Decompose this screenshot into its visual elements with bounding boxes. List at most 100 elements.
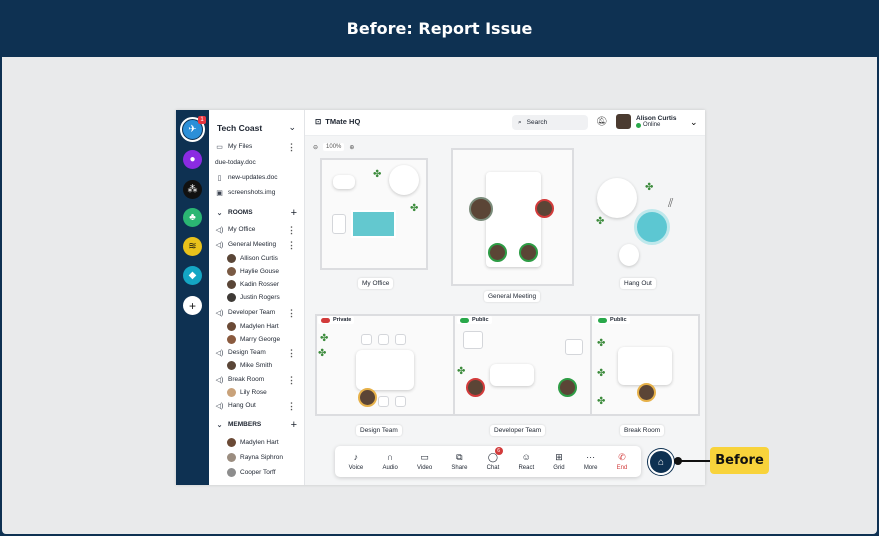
more-vertical-icon[interactable]: ⋮ (287, 225, 296, 234)
member-name: Rayna Siphron (240, 454, 283, 461)
status-badge[interactable]: Public (457, 316, 492, 324)
round-rug (389, 165, 419, 195)
audio-button[interactable]: ∩ Audio (382, 452, 397, 471)
round-table (597, 178, 637, 218)
add-room-icon[interactable]: + (291, 207, 297, 219)
avatar (535, 199, 554, 218)
plant-icon: ✤ (457, 366, 466, 377)
member-name: Madylen Hart (240, 439, 279, 446)
list-item[interactable]: Madylen Hart (227, 436, 298, 449)
toolbar-label: More (583, 465, 598, 471)
list-item[interactable]: Cooper Torff (227, 466, 298, 479)
report-issue-button[interactable]: ⌂ (648, 449, 674, 475)
chevron-down-icon: ⌄ (216, 209, 223, 217)
list-item[interactable]: Justin Rogers (227, 291, 298, 304)
file-item[interactable]: ▯ new-updates.doc (215, 171, 298, 184)
chair (395, 396, 406, 407)
sidebar-item-hang-out[interactable]: ◁) Hang Out ⋮ (215, 399, 298, 412)
add-member-icon[interactable]: + (291, 419, 297, 431)
file-item[interactable]: ▣ screenshots.img (215, 186, 298, 199)
user-name: Alison Curtis (636, 115, 677, 122)
avatar (227, 254, 236, 263)
voice-button[interactable]: ♪ Voice (349, 452, 364, 471)
more-vertical-icon[interactable]: ⋮ (287, 348, 296, 357)
speaker-icon: ◁) (215, 309, 224, 317)
more-vertical-icon[interactable]: ⋮ (287, 308, 296, 317)
file-item[interactable]: due-today.doc (215, 156, 298, 169)
grid-button[interactable]: ⊞ Grid (553, 452, 564, 471)
list-item[interactable]: Marry George (227, 333, 298, 346)
status-badge[interactable]: Private (318, 316, 355, 324)
chevron-down-icon[interactable]: ⌄ (690, 117, 698, 128)
list-item[interactable]: Madylen Hart (227, 320, 298, 333)
sidebar-item-general-meeting[interactable]: ◁) General Meeting ⋮ (215, 238, 298, 251)
chair (395, 334, 406, 345)
avatar (466, 378, 485, 397)
chat-bubble-workspace-icon[interactable]: ● (183, 150, 202, 169)
more-vertical-icon[interactable]: ⋮ (287, 375, 296, 384)
badge-text: Public (610, 317, 627, 323)
react-button[interactable]: ☺ React (518, 452, 534, 471)
round-rug (634, 209, 670, 245)
share-button[interactable]: ⧉ Share (451, 452, 467, 471)
chat-button[interactable]: 6 ◯ Chat (487, 447, 503, 471)
sidebar-item-my-office[interactable]: ◁) My Office ⋮ (215, 223, 298, 236)
sidebar-item-break-room[interactable]: ◁) Break Room ⋮ (215, 373, 298, 386)
folder-icon: ▭ (216, 143, 223, 151)
chat-report-icon: ⌂ (657, 456, 665, 468)
user-status: Online (636, 122, 676, 128)
avatar (616, 114, 631, 129)
chevron-down-icon[interactable]: ⌄ (288, 122, 296, 133)
member-name: Cooper Torff (240, 469, 276, 476)
sidebar-item-developer-team[interactable]: ◁) Developer Team ⋮ (215, 306, 298, 319)
more-vertical-icon[interactable]: ⋮ (287, 401, 296, 410)
add-workspace-icon[interactable]: + (183, 296, 202, 315)
zoom-out-icon[interactable]: ⊖ (313, 144, 318, 151)
member-name: Haylie Gouse (240, 268, 280, 275)
list-item[interactable]: Haylie Gouse (227, 265, 298, 278)
workspace-tech-coast-icon[interactable]: ✈ 1 (180, 116, 206, 142)
more-vertical-icon[interactable]: ⋮ (287, 142, 296, 151)
rooms-section-header[interactable]: ⌄ ROOMS + (215, 206, 298, 219)
search-input[interactable]: ⌕ Search (512, 115, 588, 130)
list-item[interactable]: Kadin Rosser (227, 278, 298, 291)
status-badge[interactable]: Public (595, 316, 630, 324)
end-call-button[interactable]: ✆ End (617, 452, 628, 471)
user-menu[interactable]: Alison Curtis Online (616, 114, 676, 129)
list-item[interactable]: Mike Smith (227, 359, 298, 372)
list-item[interactable]: Allison Curtis (227, 252, 298, 265)
zoom-in-icon[interactable]: ⊕ (349, 144, 354, 151)
room-label-my-office: My Office (358, 278, 394, 289)
files-label: My Files (228, 143, 253, 150)
speaker-icon: ◁) (215, 226, 224, 234)
video-icon: ▭ (420, 452, 429, 462)
avatar (227, 322, 236, 331)
avatar (227, 468, 236, 477)
members-section-header[interactable]: ⌄ MEMBERS + (215, 418, 298, 431)
avatar (227, 438, 236, 447)
toolbar-label: End (616, 465, 628, 471)
tree-workspace-icon[interactable]: ♣ (183, 208, 202, 227)
speaker-icon: ◁) (215, 402, 224, 410)
speaker-icon: ◁) (215, 241, 224, 249)
status-text: Online (643, 122, 661, 128)
video-button[interactable]: ▭ Video (417, 452, 432, 471)
room-name: General Meeting (228, 241, 277, 248)
drop-workspace-icon[interactable]: ◆ (183, 266, 202, 285)
layers-workspace-icon[interactable]: ≋ (183, 237, 202, 256)
list-item[interactable]: Rayna Siphron (227, 451, 298, 464)
chat-count-badge: 6 (494, 447, 503, 455)
plant-icon: ✤ (373, 169, 382, 180)
toolbar-label: Grid (553, 465, 565, 471)
list-item[interactable]: Lily Rose (227, 386, 298, 399)
more-vertical-icon[interactable]: ⋮ (287, 240, 296, 249)
notifications-off-icon[interactable]: 🔕︎ (596, 116, 607, 127)
room-name: Break Room (228, 376, 265, 383)
files-folder[interactable]: ▭ My Files ⋮ (215, 140, 298, 153)
top-bar: ⊡ TMate HQ ⌕ Search 🔕︎ Alison Curtis Onlin… (305, 110, 705, 136)
more-button[interactable]: ··· More (584, 452, 598, 471)
app-logo-icon: ⊡ (315, 117, 322, 126)
nodes-workspace-icon[interactable]: ⁂ (183, 180, 202, 199)
sidebar-item-design-team[interactable]: ◁) Design Team ⋮ (215, 346, 298, 359)
banner-title: Before: Report Issue (0, 0, 879, 57)
